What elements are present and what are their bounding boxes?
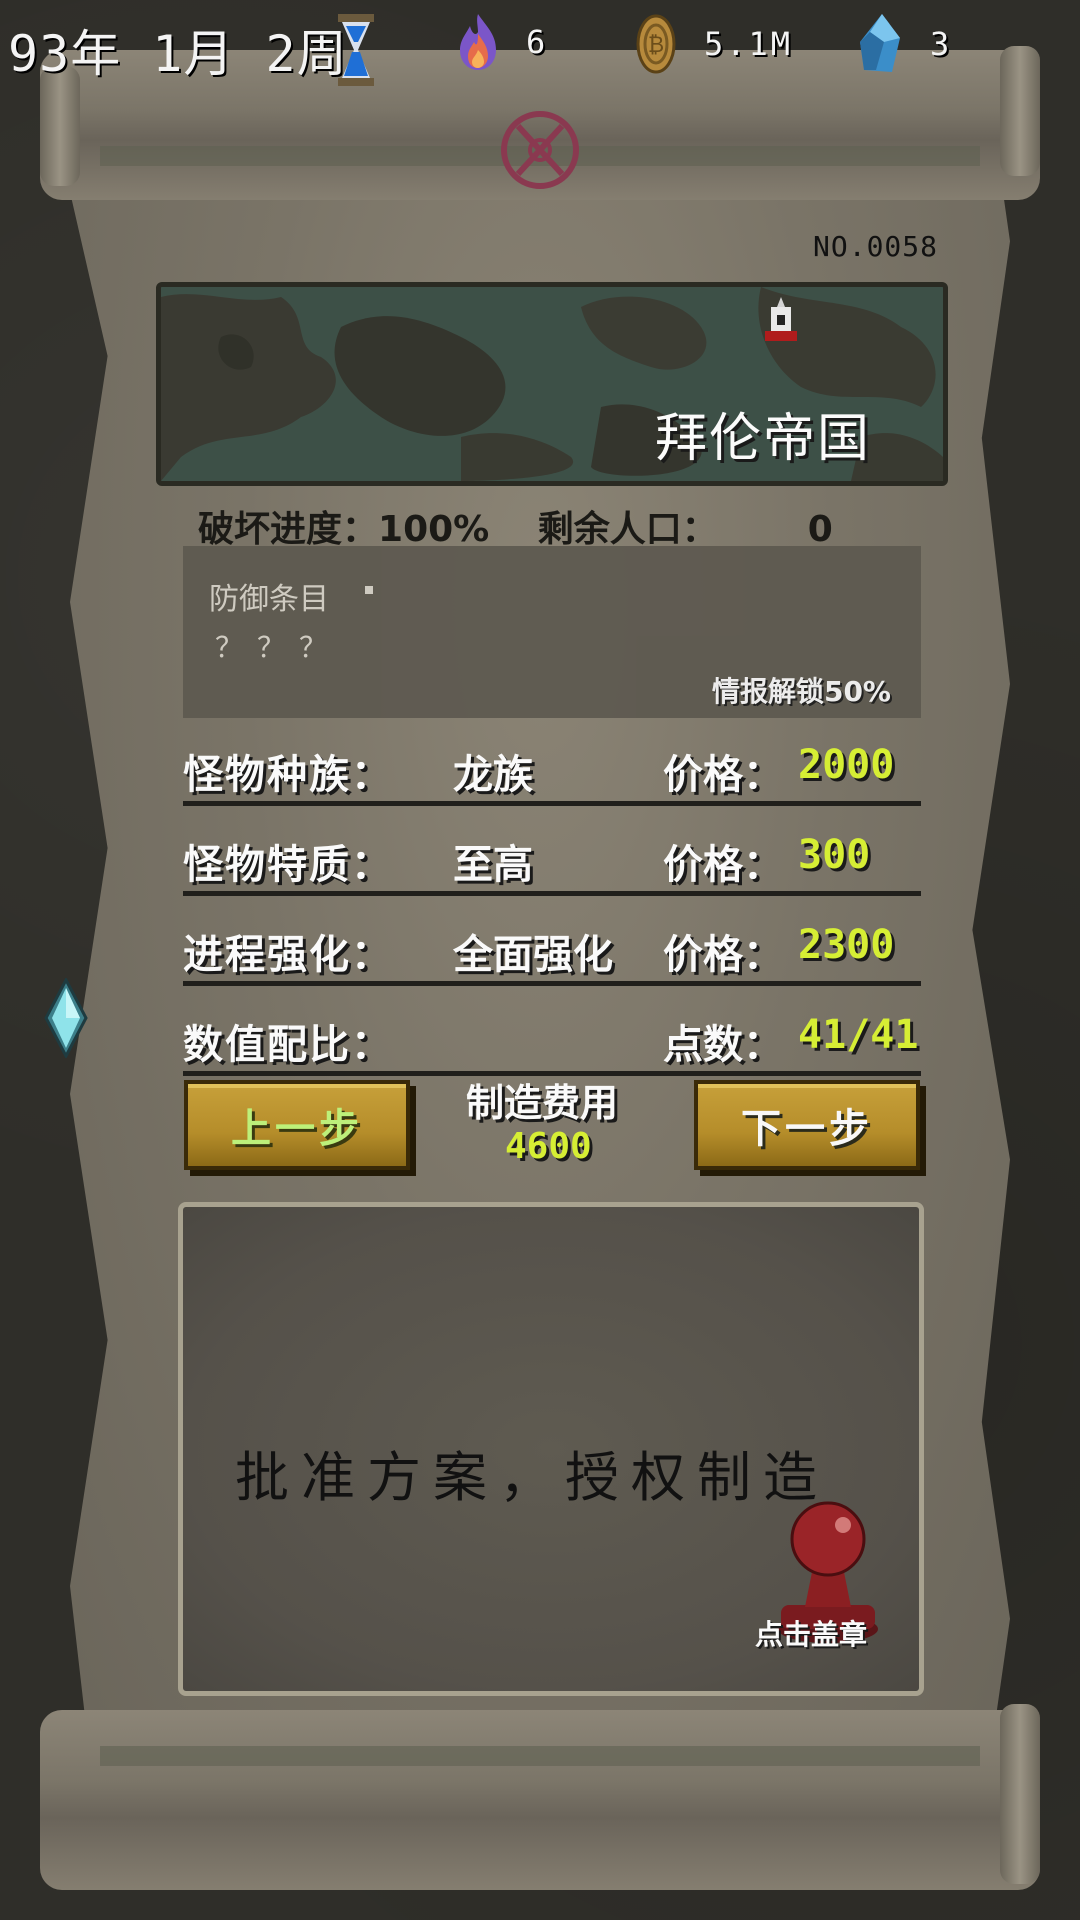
stamp-label[interactable]: 点击盖章 bbox=[755, 1613, 867, 1653]
fire-icon bbox=[460, 14, 496, 70]
hourglass-resource bbox=[336, 12, 376, 88]
row-value: 龙族 bbox=[453, 752, 533, 798]
seal-icon bbox=[501, 111, 579, 189]
defense-info-box: 防御条目 ？？？ 情报解锁50% bbox=[183, 546, 921, 718]
process-enhance-row[interactable]: 进程强化： 全面强化 价格： 2300 bbox=[183, 900, 921, 986]
side-gem-icon[interactable] bbox=[42, 978, 90, 1058]
points-value: 41/41 bbox=[798, 1012, 919, 1058]
svg-text:₿: ₿ bbox=[648, 33, 664, 58]
crystal-icon bbox=[860, 14, 900, 72]
price-value: 300 bbox=[798, 832, 871, 878]
roll-end-right-bottom bbox=[1000, 1704, 1040, 1884]
kingdom-name: 拜伦帝国 bbox=[654, 409, 871, 469]
target-map[interactable]: 拜伦帝国 bbox=[156, 282, 948, 486]
coin-icon: ₿ bbox=[636, 14, 676, 74]
approval-text: 批准方案，授权制造 bbox=[235, 1446, 829, 1509]
row-value: 至高 bbox=[453, 842, 533, 888]
destroy-stats: 破坏进度：100% 剩余人口： 0 bbox=[198, 500, 833, 552]
scroll-bottom-roll bbox=[40, 1710, 1040, 1890]
prev-step-button[interactable]: 上一步 bbox=[184, 1080, 410, 1170]
stat-ratio-row[interactable]: 数值配比： 点数： 41/41 bbox=[183, 990, 921, 1076]
crystal-value: 3 bbox=[930, 25, 953, 63]
price-value: 2300 bbox=[798, 922, 895, 968]
cost-value: 4600 bbox=[505, 1126, 592, 1167]
coin-value: 5.1M bbox=[704, 25, 794, 63]
top-resource-bar: 93年 1月 2周 6 ₿ 5.1M 3 bbox=[0, 0, 1080, 90]
row-label: 数值配比： bbox=[183, 1022, 393, 1068]
approval-area[interactable]: 批准方案，授权制造 点击盖章 bbox=[178, 1202, 924, 1696]
hourglass-icon bbox=[338, 14, 374, 86]
roll-band bbox=[100, 1746, 980, 1766]
crystal-resource: 3 bbox=[856, 12, 952, 76]
fire-resource: 6 bbox=[456, 12, 548, 72]
price-label: 价格： bbox=[663, 842, 783, 888]
row-label: 怪物特质： bbox=[183, 842, 393, 888]
next-step-button[interactable]: 下一步 bbox=[694, 1080, 920, 1170]
price-value: 2000 bbox=[798, 742, 895, 788]
points-label: 点数： bbox=[663, 1022, 783, 1068]
defense-bullet bbox=[365, 586, 373, 594]
intel-unlock-status: 情报解锁50% bbox=[711, 675, 891, 708]
monster-race-row[interactable]: 怪物种族： 龙族 价格： 2000 bbox=[183, 720, 921, 806]
population-value: 0 bbox=[807, 509, 833, 550]
population-label: 剩余人口： bbox=[537, 509, 718, 550]
destroy-progress-value: 100% bbox=[378, 509, 490, 550]
monster-trait-row[interactable]: 怪物特质： 至高 价格： 300 bbox=[183, 810, 921, 896]
coin-resource: ₿ 5.1M bbox=[634, 12, 793, 76]
fire-value: 6 bbox=[526, 23, 549, 61]
price-label: 价格： bbox=[663, 752, 783, 798]
date-display: 93年 1月 2周 bbox=[8, 25, 348, 83]
cost-label: 制造费用 bbox=[466, 1081, 619, 1125]
castle-marker-icon[interactable] bbox=[761, 297, 801, 345]
destroy-progress-label: 破坏进度： bbox=[198, 509, 379, 550]
row-value: 全面强化 bbox=[453, 932, 613, 978]
defense-title: 防御条目 bbox=[209, 582, 329, 617]
price-label: 价格： bbox=[663, 932, 783, 978]
row-label: 进程强化： bbox=[183, 932, 393, 978]
document-serial-number: NO.0058 bbox=[813, 230, 939, 263]
row-label: 怪物种族： bbox=[183, 752, 393, 798]
defense-content: ？？？ bbox=[215, 631, 342, 664]
